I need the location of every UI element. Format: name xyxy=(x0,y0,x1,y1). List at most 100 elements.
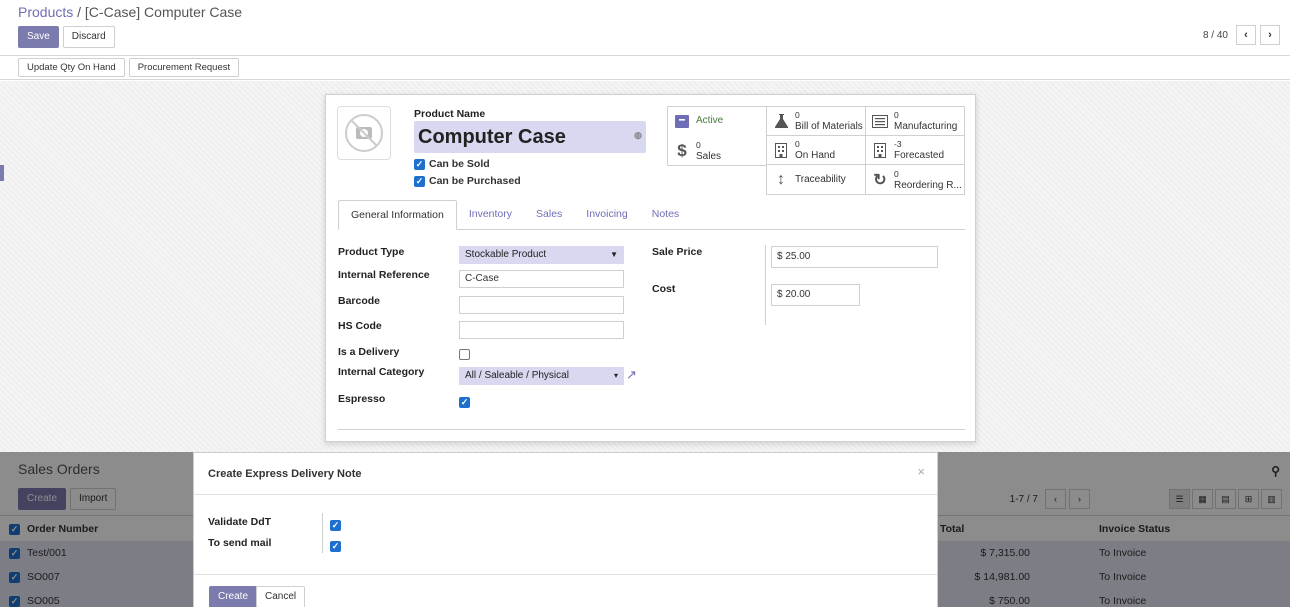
pager-next-button[interactable]: › xyxy=(1260,25,1280,45)
can-be-purchased-checkbox[interactable]: ✓ xyxy=(414,175,425,187)
tab-inventory[interactable]: Inventory xyxy=(457,200,524,230)
can-be-purchased-row: ✓ Can be Purchased xyxy=(414,175,521,187)
pager-value[interactable]: 8 / 40 xyxy=(1203,30,1228,41)
modal-column-divider xyxy=(322,513,323,553)
product-form-view: Products / [C-Case] Computer Case Save D… xyxy=(0,0,1290,452)
close-icon[interactable]: × xyxy=(917,464,925,479)
breadcrumb-products-link[interactable]: Products xyxy=(18,4,73,20)
product-name-input[interactable]: Computer Case ◍ xyxy=(414,121,646,153)
tab-general-information[interactable]: General Information xyxy=(338,200,457,230)
left-edge-marker xyxy=(0,165,4,181)
reordering-label: Reordering R... xyxy=(894,179,962,191)
product-name-value: Computer Case xyxy=(418,126,566,148)
dollar-icon: $ xyxy=(677,140,687,160)
product-type-label: Product Type xyxy=(338,246,405,258)
sales-label: Sales xyxy=(696,150,722,162)
modal-create-button[interactable]: Create xyxy=(209,586,258,607)
breadcrumb-current: [C-Case] Computer Case xyxy=(84,4,243,20)
validate-ddt-checkbox[interactable]: ✓ xyxy=(330,520,341,531)
to-send-mail-label: To send mail xyxy=(208,537,272,549)
reordering-count: 0 xyxy=(894,168,899,179)
tab-sales[interactable]: Sales xyxy=(524,200,574,230)
can-be-sold-row: ✓ Can be Sold xyxy=(414,158,490,170)
to-send-mail-checkbox[interactable]: ✓ xyxy=(330,541,341,552)
on-hand-label: On Hand xyxy=(795,150,836,161)
sale-price-input[interactable]: $ 25.00 xyxy=(771,246,938,268)
caret-down-icon: ▾ xyxy=(613,371,618,380)
modal-title: Create Express Delivery Note xyxy=(208,468,362,480)
manufacturing-button[interactable]: 0 Manufacturing xyxy=(865,106,965,136)
validate-ddt-label: Validate DdT xyxy=(208,516,272,528)
tab-invoicing[interactable]: Invoicing xyxy=(574,200,639,230)
tab-notes[interactable]: Notes xyxy=(640,200,691,230)
form-sheet: Product Name Computer Case ◍ ✓ Can be So… xyxy=(325,94,976,442)
product-name-label: Product Name xyxy=(414,108,486,120)
internal-reference-label: Internal Reference xyxy=(338,269,430,281)
modal-body: Validate DdT ✓ To send mail ✓ xyxy=(194,495,937,575)
manufacturing-label: Manufacturing xyxy=(894,121,958,132)
discard-button[interactable]: Discard xyxy=(62,26,115,48)
sales-count: 0 xyxy=(696,139,701,150)
procurement-request-button[interactable]: Procurement Request xyxy=(128,58,240,77)
bill-of-materials-button[interactable]: 0 Bill of Materials xyxy=(766,106,866,136)
can-be-sold-label: Can be Sold xyxy=(429,158,490,170)
smart-buttons: Active $ 0 Sales 0 Bill of Materials 0 Manu… xyxy=(667,106,967,197)
product-type-select[interactable]: Stockable Product ▼ xyxy=(459,246,624,264)
internal-category-label: Internal Category xyxy=(338,366,425,378)
record-pager: 8 / 40 ‹ › xyxy=(1203,25,1280,45)
barcode-label: Barcode xyxy=(338,295,381,307)
save-button[interactable]: Save xyxy=(18,26,59,48)
control-panel: Products / [C-Case] Computer Case Save D… xyxy=(0,0,1290,56)
cost-input[interactable]: $ 20.00 xyxy=(771,284,860,306)
hs-code-label: HS Code xyxy=(338,320,382,332)
sales-smart-button[interactable]: $ 0 Sales xyxy=(667,136,767,166)
globe-icon[interactable]: ◍ xyxy=(634,123,642,147)
reordering-rules-button[interactable]: ↻ 0 Reordering R... xyxy=(865,164,965,195)
barcode-input[interactable] xyxy=(459,296,624,314)
express-delivery-modal: Create Express Delivery Note × Validate … xyxy=(193,452,938,607)
building-icon xyxy=(773,142,789,158)
active-label: Active xyxy=(696,115,724,126)
espresso-label: Espresso xyxy=(338,393,386,405)
internal-category-value: All / Saleable / Physical xyxy=(465,370,569,381)
modal-footer: Create Cancel xyxy=(194,575,937,607)
espresso-checkbox[interactable]: ✓ xyxy=(459,397,470,408)
breadcrumb-separator: / xyxy=(77,4,82,20)
chevron-down-icon: ▼ xyxy=(610,250,618,259)
building-icon xyxy=(872,142,888,158)
internal-reference-input[interactable]: C-Case xyxy=(459,270,624,288)
modal-cancel-button[interactable]: Cancel xyxy=(256,586,306,607)
form-tabs: General Information Inventory Sales Invo… xyxy=(338,200,965,230)
forecasted-button[interactable]: -3 Forecasted xyxy=(865,135,965,165)
flask-icon xyxy=(773,114,789,128)
bom-label: Bill of Materials xyxy=(795,121,863,132)
column-divider xyxy=(765,245,766,325)
pager-previous-button[interactable]: ‹ xyxy=(1236,25,1256,45)
archive-icon xyxy=(674,115,690,128)
bom-count: 0 xyxy=(795,110,800,120)
can-be-sold-checkbox[interactable]: ✓ xyxy=(414,158,425,170)
forecasted-label: Forecasted xyxy=(894,150,945,161)
modal-header: Create Express Delivery Note × xyxy=(194,453,937,495)
product-image[interactable] xyxy=(337,106,391,160)
external-link-icon[interactable]: ↗ xyxy=(626,367,637,383)
is-delivery-label: Is a Delivery xyxy=(338,346,400,358)
cost-label: Cost xyxy=(652,283,676,295)
forecasted-count: -3 xyxy=(894,139,902,149)
manufacturing-count: 0 xyxy=(894,110,899,120)
is-delivery-checkbox[interactable] xyxy=(459,349,470,360)
traceability-label: Traceability xyxy=(795,174,846,185)
form-statusbar: Update Qty On Hand Procurement Request xyxy=(0,56,1290,80)
internal-category-select[interactable]: All / Saleable / Physical ▾ xyxy=(459,367,624,385)
traceability-button[interactable]: ↕ Traceability xyxy=(766,164,866,195)
hs-code-input[interactable] xyxy=(459,321,624,339)
sale-price-label: Sale Price xyxy=(652,246,703,258)
breadcrumb: Products / [C-Case] Computer Case xyxy=(18,3,1272,23)
update-qty-on-hand-button[interactable]: Update Qty On Hand xyxy=(18,58,125,77)
list-icon xyxy=(872,114,888,128)
on-hand-button[interactable]: 0 On Hand xyxy=(766,135,866,165)
camera-placeholder-icon xyxy=(345,114,383,152)
divider xyxy=(338,429,965,430)
product-type-value: Stockable Product xyxy=(465,249,547,260)
on-hand-count: 0 xyxy=(795,139,800,149)
